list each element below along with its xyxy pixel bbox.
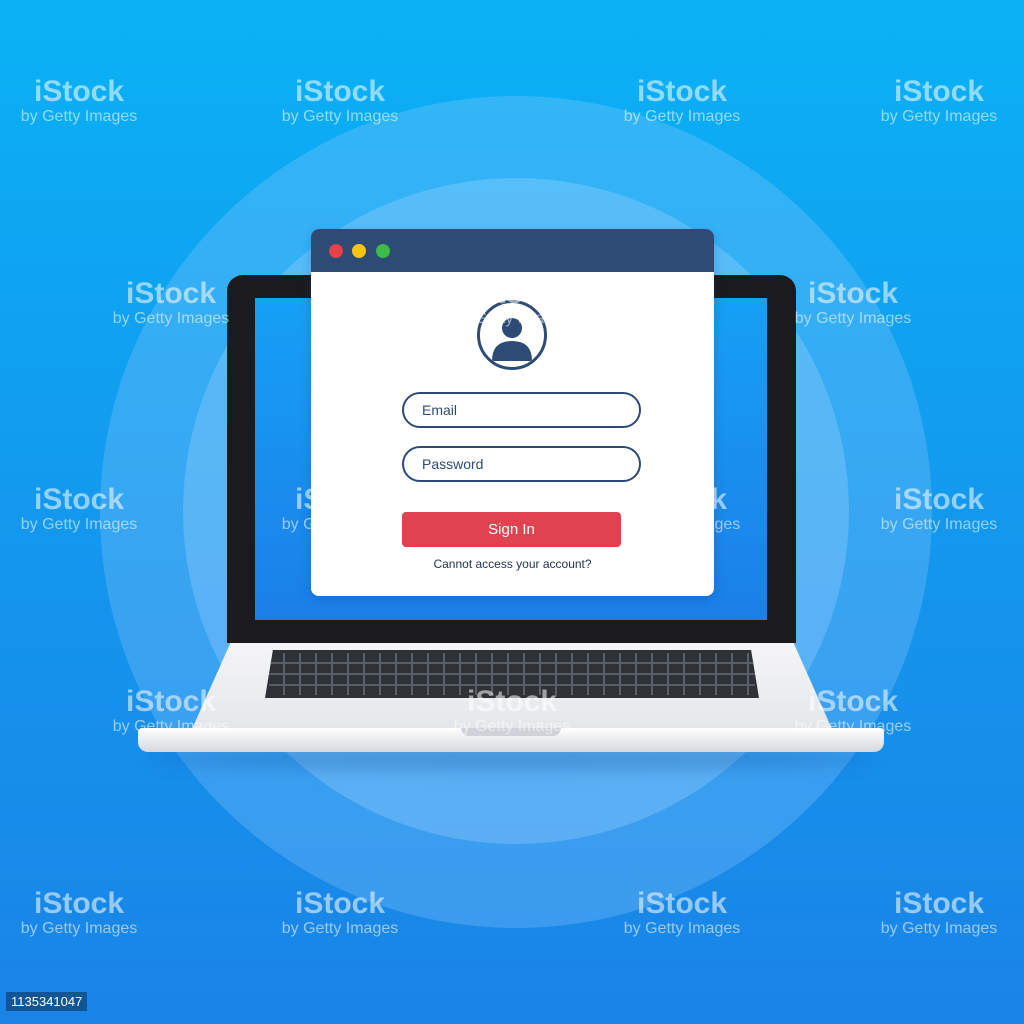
window-close-dot[interactable] xyxy=(329,244,343,258)
watermark: iStock by Getty Images xyxy=(20,75,138,126)
watermark: iStock by Getty Images xyxy=(880,483,998,534)
sign-in-button[interactable]: Sign In xyxy=(402,512,621,547)
watermark: iStock by Getty Images xyxy=(281,887,399,938)
watermark: iStock by Getty Images xyxy=(623,887,741,938)
watermark: iStock by Getty Images xyxy=(623,75,741,126)
watermark: iStock by Getty Images xyxy=(623,483,741,534)
window-titlebar xyxy=(311,229,714,272)
watermark: iStock by Getty Images xyxy=(281,483,399,534)
watermark: iStock by Getty Images xyxy=(453,277,571,328)
watermark: iStock by Getty Images xyxy=(112,277,230,328)
watermark: iStock by Getty Images xyxy=(794,277,912,328)
watermark: iStock by Getty Images xyxy=(453,685,571,736)
watermark: iStock by Getty Images xyxy=(880,887,998,938)
password-field[interactable] xyxy=(402,446,641,482)
window-maximize-dot[interactable] xyxy=(376,244,390,258)
email-field[interactable] xyxy=(402,392,641,428)
watermark: iStock by Getty Images xyxy=(20,887,138,938)
watermark: iStock by Getty Images xyxy=(880,75,998,126)
watermark: iStock by Getty Images xyxy=(20,483,138,534)
watermark: iStock by Getty Images xyxy=(794,685,912,736)
watermark: iStock by Getty Images xyxy=(281,75,399,126)
watermark: iStock by Getty Images xyxy=(112,685,230,736)
image-id-label: 1135341047 xyxy=(6,992,88,1011)
cannot-access-account-link[interactable]: Cannot access your account? xyxy=(311,557,714,571)
window-minimize-dot[interactable] xyxy=(352,244,366,258)
